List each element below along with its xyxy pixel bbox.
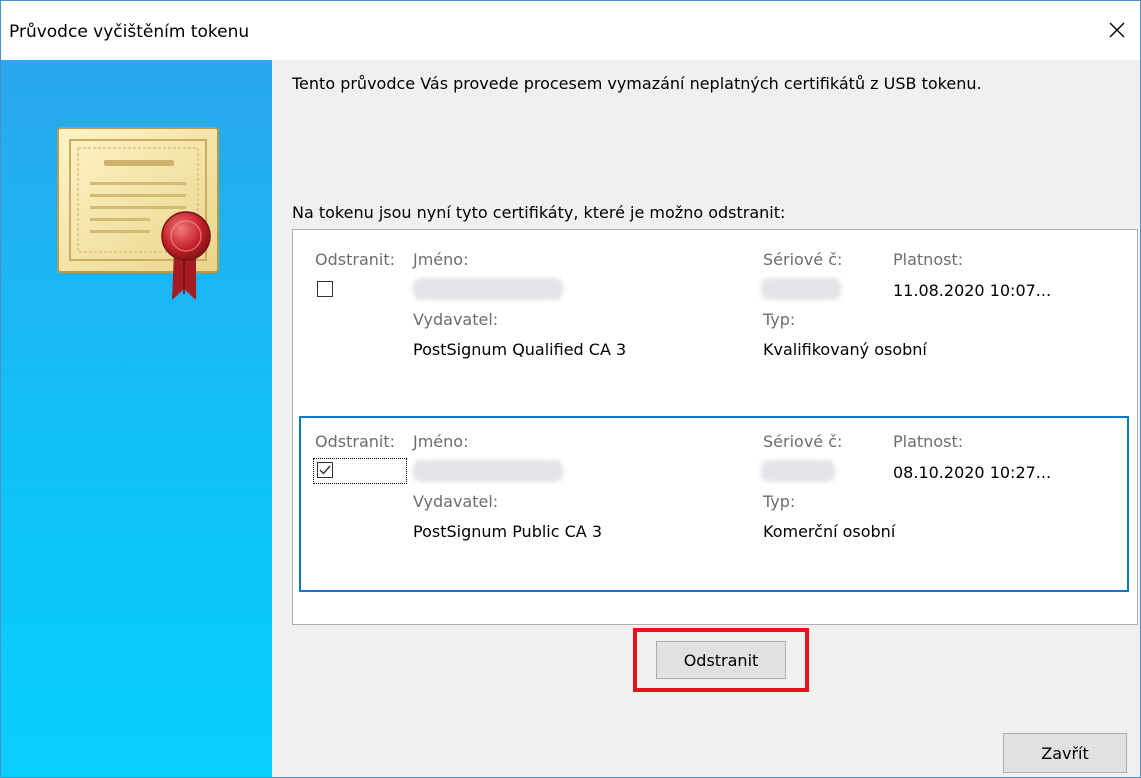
remove-label: Odstranit: xyxy=(315,432,395,451)
wizard-window: Průvodce vyčištěním tokenu Tento průvodc… xyxy=(0,0,1141,778)
remove-label: Odstranit: xyxy=(315,250,395,269)
certificate-item-selected[interactable]: Odstranit: Jméno: Sériové č: Platnost: 0… xyxy=(299,416,1129,592)
issuer-label: Vydavatel: xyxy=(413,310,499,329)
name-label: Jméno: xyxy=(413,432,469,451)
remove-checkbox[interactable] xyxy=(317,462,333,478)
remove-checkbox[interactable] xyxy=(317,281,333,297)
close-icon xyxy=(1109,22,1125,38)
validity-value: 11.08.2020 10:07... xyxy=(893,281,1052,300)
list-caption: Na tokenu jsou nyní tyto certifikáty, kt… xyxy=(292,203,786,222)
wizard-content: Tento průvodce Vás provede procesem vyma… xyxy=(272,60,1140,777)
issuer-value: PostSignum Qualified CA 3 xyxy=(413,340,627,359)
validity-value: 08.10.2020 10:27... xyxy=(893,463,1052,482)
validity-label: Platnost: xyxy=(893,250,964,269)
issuer-value: PostSignum Public CA 3 xyxy=(413,522,603,541)
certificate-icon xyxy=(57,127,219,300)
serial-label: Sériové č: xyxy=(763,250,843,269)
intro-text: Tento průvodce Vás provede procesem vyma… xyxy=(292,74,982,93)
certificate-item[interactable]: Odstranit: Jméno: Sériové č: Platnost: 1… xyxy=(299,238,1129,414)
type-label: Typ: xyxy=(763,492,796,511)
serial-value-redacted xyxy=(761,278,841,300)
checkmark-icon xyxy=(319,465,331,475)
annotation-highlight xyxy=(633,628,809,692)
type-value: Komerční osobní xyxy=(763,522,896,541)
name-label: Jméno: xyxy=(413,250,469,269)
window-title: Průvodce vyčištěním tokenu xyxy=(9,22,250,42)
title-bar: Průvodce vyčištěním tokenu xyxy=(1,1,1140,60)
name-value-redacted xyxy=(413,460,563,482)
close-button[interactable]: Zavřít xyxy=(1003,733,1127,773)
close-window-button[interactable] xyxy=(1100,13,1134,47)
issuer-label: Vydavatel: xyxy=(413,492,499,511)
certificate-list[interactable]: Odstranit: Jméno: Sériové č: Platnost: 1… xyxy=(292,229,1138,625)
type-label: Typ: xyxy=(763,310,796,329)
serial-label: Sériové č: xyxy=(763,432,843,451)
name-value-redacted xyxy=(413,278,563,300)
serial-value-redacted xyxy=(761,460,835,482)
validity-label: Platnost: xyxy=(893,432,964,451)
wizard-side-banner xyxy=(1,60,272,777)
type-value: Kvalifikovaný osobní xyxy=(763,340,927,359)
